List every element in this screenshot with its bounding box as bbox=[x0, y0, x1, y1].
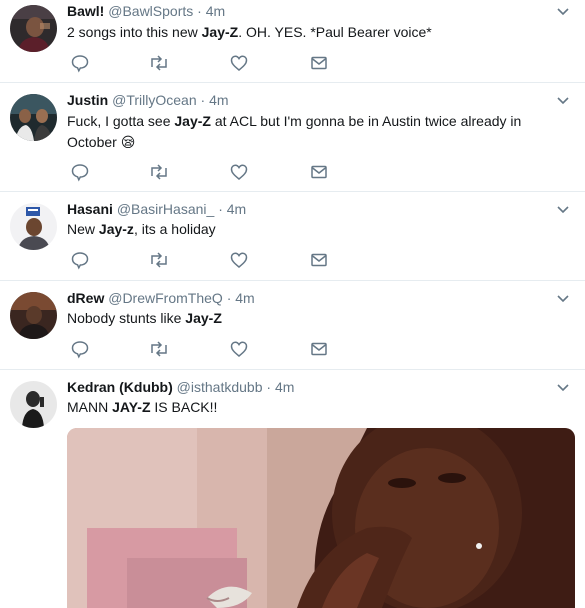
retweet-icon[interactable] bbox=[148, 339, 170, 359]
tweet-text-part: . OH. YES. *Paul Bearer voice* bbox=[238, 24, 432, 40]
tweet-text-part: IS BACK!! bbox=[150, 399, 218, 415]
tweet-text: MANN JAY-Z IS BACK!! bbox=[67, 397, 537, 418]
tweet-text-part: MANN bbox=[67, 399, 113, 415]
separator-dot: · bbox=[197, 3, 202, 19]
tweet-header: Bawl! @BawlSports · 4m bbox=[67, 3, 225, 19]
tweet-text-part: 2 songs into this new bbox=[67, 24, 202, 40]
username[interactable]: @BawlSports bbox=[108, 3, 193, 19]
tweet[interactable]: dRew @DrewFromTheQ · 4m Nobody stunts li… bbox=[0, 280, 585, 370]
tweet[interactable]: Justin @TrillyOcean · 4m Fuck, I gotta s… bbox=[0, 82, 585, 192]
tweet-header: Kedran (Kdubb) @isthatkdubb · 4m bbox=[67, 379, 294, 395]
direct-message-icon[interactable] bbox=[309, 339, 331, 359]
tweet-keyword: JAY-Z bbox=[112, 399, 151, 415]
chevron-down-icon[interactable] bbox=[555, 291, 571, 307]
tweet-text: Fuck, I gotta see Jay-Z at ACL but I'm g… bbox=[67, 111, 537, 153]
direct-message-icon[interactable] bbox=[309, 53, 331, 73]
chevron-down-icon[interactable] bbox=[555, 93, 571, 109]
timestamp[interactable]: 4m bbox=[235, 290, 254, 306]
avatar[interactable] bbox=[10, 381, 57, 428]
username[interactable]: @isthatkdubb bbox=[177, 379, 263, 395]
avatar[interactable] bbox=[10, 203, 57, 250]
display-name[interactable]: Bawl! bbox=[67, 3, 104, 19]
retweet-icon[interactable] bbox=[148, 250, 170, 270]
display-name[interactable]: Kedran (Kdubb) bbox=[67, 379, 173, 395]
timestamp[interactable]: 4m bbox=[206, 3, 225, 19]
like-icon[interactable] bbox=[229, 250, 251, 270]
retweet-icon[interactable] bbox=[148, 162, 170, 182]
tweet-text-part: Fuck, I gotta see bbox=[67, 113, 175, 129]
like-icon[interactable] bbox=[229, 162, 251, 182]
reply-icon[interactable] bbox=[70, 339, 92, 359]
separator-dot: · bbox=[218, 201, 223, 217]
username[interactable]: @DrewFromTheQ bbox=[108, 290, 223, 306]
tweet-keyword: Jay-Z bbox=[174, 113, 211, 129]
tweet-text-part: New bbox=[67, 221, 99, 237]
direct-message-icon[interactable] bbox=[309, 250, 331, 270]
retweet-icon[interactable] bbox=[148, 53, 170, 73]
avatar[interactable] bbox=[10, 292, 57, 339]
username[interactable]: @BasirHasani_ bbox=[117, 201, 214, 217]
reply-icon[interactable] bbox=[70, 53, 92, 73]
chevron-down-icon[interactable] bbox=[555, 380, 571, 396]
tweet-header: dRew @DrewFromTheQ · 4m bbox=[67, 290, 255, 306]
tweet[interactable]: Hasani @BasirHasani_ · 4m New Jay-z, its… bbox=[0, 191, 585, 281]
tweet-text-part: , its a holiday bbox=[133, 221, 216, 237]
chevron-down-icon[interactable] bbox=[555, 4, 571, 20]
display-name[interactable]: Justin bbox=[67, 92, 108, 108]
tweet-keyword: Jay-z bbox=[98, 221, 134, 237]
timestamp[interactable]: 4m bbox=[227, 201, 246, 217]
tweet-keyword: Jay-Z bbox=[185, 310, 222, 326]
sleepy-face-emoji: 😪 bbox=[120, 134, 136, 150]
timestamp[interactable]: 4m bbox=[275, 379, 294, 395]
display-name[interactable]: Hasani bbox=[67, 201, 113, 217]
display-name[interactable]: dRew bbox=[67, 290, 104, 306]
chevron-down-icon[interactable] bbox=[555, 202, 571, 218]
timestamp[interactable]: 4m bbox=[209, 92, 228, 108]
reply-icon[interactable] bbox=[70, 250, 92, 270]
reply-icon[interactable] bbox=[70, 162, 92, 182]
tweet-header: Hasani @BasirHasani_ · 4m bbox=[67, 201, 246, 217]
tweet-text: New Jay-z, its a holiday bbox=[67, 219, 537, 240]
separator-dot: · bbox=[226, 290, 232, 306]
like-icon[interactable] bbox=[229, 53, 251, 73]
avatar[interactable] bbox=[10, 5, 57, 52]
tweet-text-part: Nobody stunts like bbox=[67, 310, 186, 326]
direct-message-icon[interactable] bbox=[309, 162, 331, 182]
username[interactable]: @TrillyOcean bbox=[112, 92, 197, 108]
tweet[interactable]: Bawl! @BawlSports · 4m 2 songs into this… bbox=[0, 0, 585, 83]
separator-dot: · bbox=[200, 92, 206, 108]
avatar[interactable] bbox=[10, 94, 57, 141]
tweet-text: Nobody stunts like Jay-Z bbox=[67, 308, 537, 329]
tweet-keyword: Jay-Z bbox=[201, 24, 239, 40]
tweet-media-gif[interactable] bbox=[67, 428, 575, 608]
tweet-text: 2 songs into this new Jay-Z. OH. YES. *P… bbox=[67, 22, 537, 43]
separator-dot: · bbox=[266, 379, 272, 395]
tweet-header: Justin @TrillyOcean · 4m bbox=[67, 92, 229, 108]
like-icon[interactable] bbox=[229, 339, 251, 359]
timeline-feed: Bawl! @BawlSports · 4m 2 songs into this… bbox=[0, 0, 585, 608]
